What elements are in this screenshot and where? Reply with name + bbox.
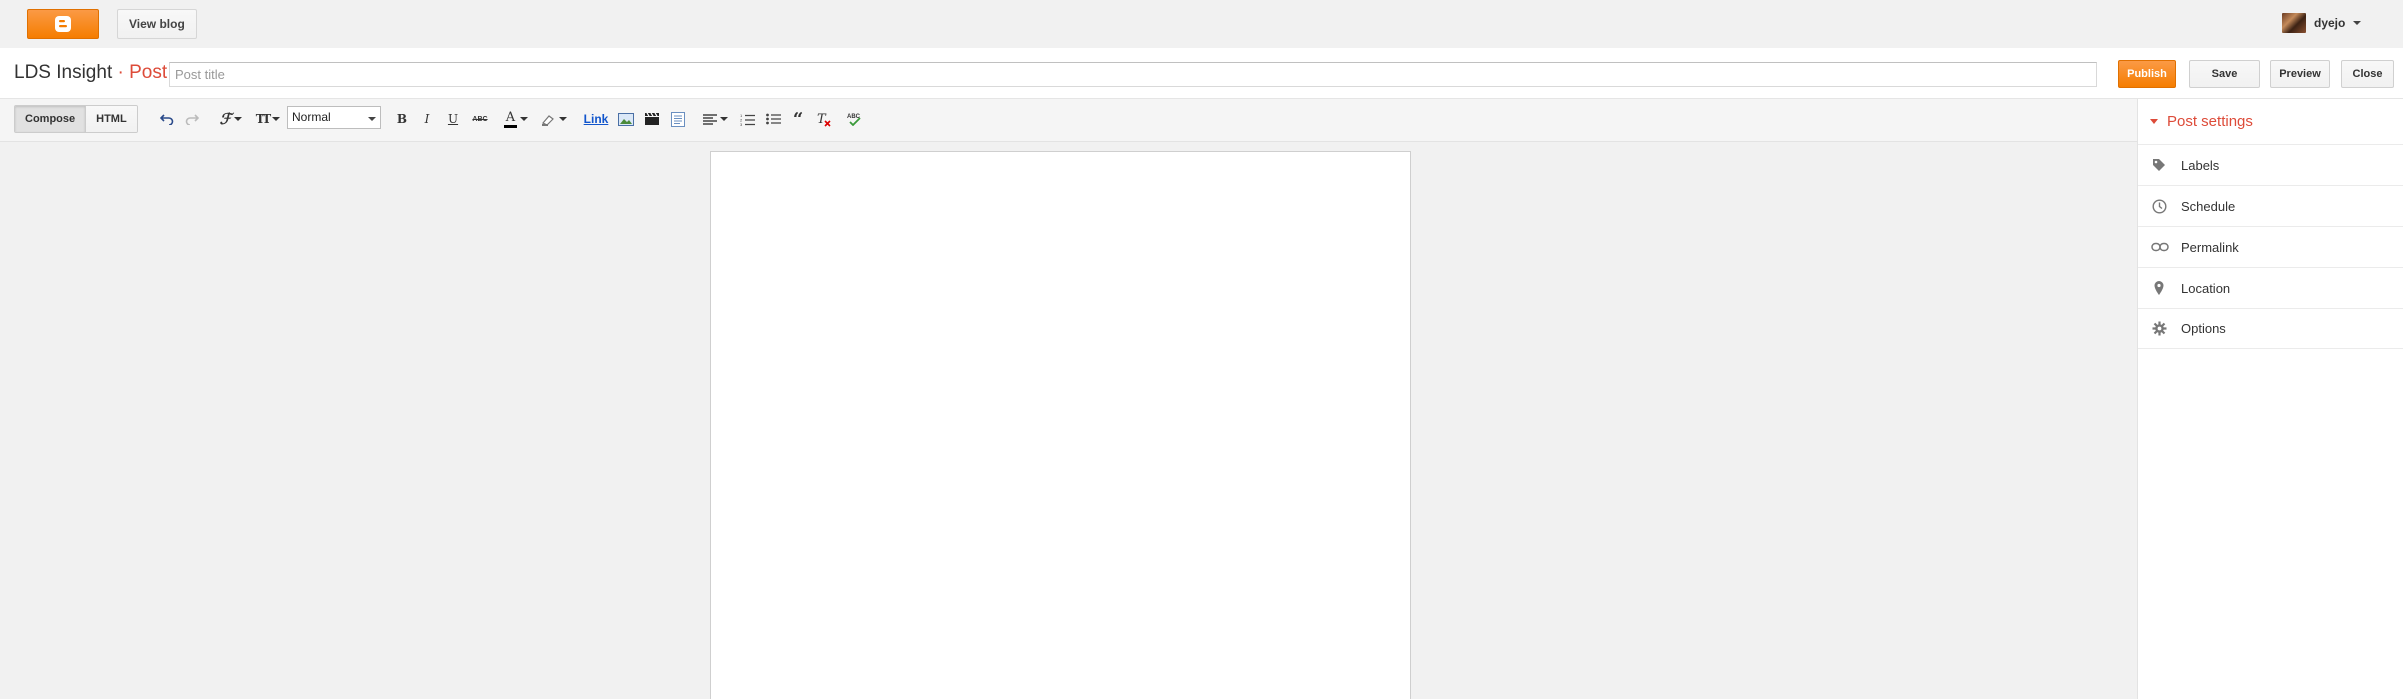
post-settings-item-label: Schedule [2181, 198, 2236, 214]
top-bar: View blog dyejo [0, 0, 2403, 48]
gear-icon [2151, 321, 2167, 337]
chevron-down-icon [2150, 119, 2158, 124]
text-color-glyph: A [505, 109, 516, 125]
numbered-list-icon: 123 [740, 113, 755, 126]
blog-title: LDS Insight · Post [14, 62, 167, 84]
chevron-down-icon [2353, 21, 2362, 25]
text-color-dropdown[interactable]: A [501, 109, 531, 129]
blog-name: LDS Insight [14, 62, 113, 83]
post-settings-panel: Post settings Labels Schedule Permalink … [2137, 99, 2403, 699]
underline-icon[interactable]: U [444, 109, 462, 129]
tab-compose[interactable]: Compose [15, 106, 87, 132]
redo-icon [185, 114, 199, 125]
bullet-list-icon [765, 113, 781, 125]
font-family-icon: ℱ [219, 110, 232, 128]
post-settings-item-label: Labels [2181, 157, 2220, 173]
quote-button[interactable]: “ [789, 108, 807, 130]
editor-toolbar: Compose HTML ℱ TT Normal B I U ABC A Lin… [0, 99, 2137, 142]
post-settings-labels[interactable]: Labels [2138, 144, 2403, 185]
blogger-logo-button[interactable] [27, 9, 99, 39]
undo-icon [160, 114, 174, 125]
bullet-list-button[interactable] [764, 109, 782, 129]
redo-button[interactable] [183, 109, 201, 129]
font-size-icon: TT [255, 112, 272, 126]
color-swatch [504, 124, 517, 128]
post-settings-permalink[interactable]: Permalink [2138, 226, 2403, 267]
tag-icon [2151, 157, 2167, 173]
paragraph-format-select[interactable]: Normal [287, 106, 381, 129]
map-pin-icon [2151, 280, 2167, 296]
post-settings-options[interactable]: Options [2138, 308, 2403, 349]
undo-button[interactable] [158, 109, 176, 129]
post-settings-item-label: Permalink [2181, 239, 2239, 255]
chevron-down-icon [520, 117, 528, 121]
format-value: Normal [292, 110, 331, 124]
chevron-down-icon [719, 117, 728, 121]
insert-image-button[interactable] [617, 109, 635, 129]
publish-button[interactable]: Publish [2118, 60, 2176, 88]
spellcheck-button[interactable]: ABC [846, 109, 864, 129]
quote-icon: “ [792, 108, 804, 130]
post-body-editor[interactable] [710, 151, 1411, 699]
chevron-down-icon [234, 117, 243, 121]
tab-html[interactable]: HTML [86, 106, 137, 132]
page-kind-label: Post [129, 62, 168, 83]
post-title-bar: LDS Insight · Post Publish Save Preview … [0, 48, 2403, 99]
account-menu[interactable]: dyejo [2282, 13, 2362, 33]
numbered-list-button[interactable]: 123 [738, 109, 756, 129]
chevron-down-icon [559, 117, 567, 121]
post-settings-title: Post settings [2167, 113, 2253, 130]
bold-icon[interactable]: B [393, 109, 411, 129]
view-blog-button[interactable]: View blog [117, 9, 197, 39]
editor-area [0, 142, 2137, 699]
video-icon [645, 112, 659, 125]
chevron-down-icon [368, 117, 376, 121]
spellcheck-icon: ABC [847, 114, 861, 126]
alignment-dropdown[interactable] [700, 109, 730, 129]
align-icon [702, 113, 717, 125]
italic-icon[interactable]: I [418, 109, 436, 129]
title-separator: · [117, 62, 124, 83]
font-family-dropdown[interactable]: ℱ [216, 109, 246, 129]
text-color-icon: A [504, 111, 517, 128]
remove-formatting-button[interactable]: T [815, 109, 833, 129]
post-settings-item-label: Location [2181, 280, 2231, 296]
post-settings-item-label: Options [2181, 321, 2226, 336]
link-icon[interactable]: Link [583, 109, 609, 129]
chevron-down-icon [272, 117, 281, 121]
insert-video-button[interactable] [643, 109, 661, 129]
jump-break-icon [671, 111, 685, 127]
link-chain-icon [2151, 239, 2169, 255]
post-title-input[interactable] [169, 62, 2097, 87]
highlight-icon [542, 114, 554, 126]
editor-mode-switch: Compose HTML [14, 105, 138, 133]
blogger-logo-icon [55, 16, 71, 32]
highlight-dropdown[interactable] [538, 109, 570, 129]
font-size-dropdown[interactable]: TT [252, 109, 284, 129]
strikethrough-icon[interactable]: ABC [469, 109, 491, 129]
avatar [2282, 13, 2306, 33]
image-icon [618, 112, 634, 126]
user-name: dyejo [2314, 16, 2346, 30]
post-settings-header[interactable]: Post settings [2138, 99, 2403, 144]
jump-break-button[interactable] [669, 109, 687, 129]
preview-button[interactable]: Preview [2270, 60, 2330, 88]
remove-format-icon: T [817, 112, 831, 127]
svg-text:3: 3 [740, 122, 743, 126]
post-settings-schedule[interactable]: Schedule [2138, 185, 2403, 226]
close-button[interactable]: Close [2341, 60, 2394, 88]
post-settings-location[interactable]: Location [2138, 267, 2403, 308]
clock-icon [2151, 198, 2167, 214]
save-button[interactable]: Save [2189, 60, 2260, 88]
